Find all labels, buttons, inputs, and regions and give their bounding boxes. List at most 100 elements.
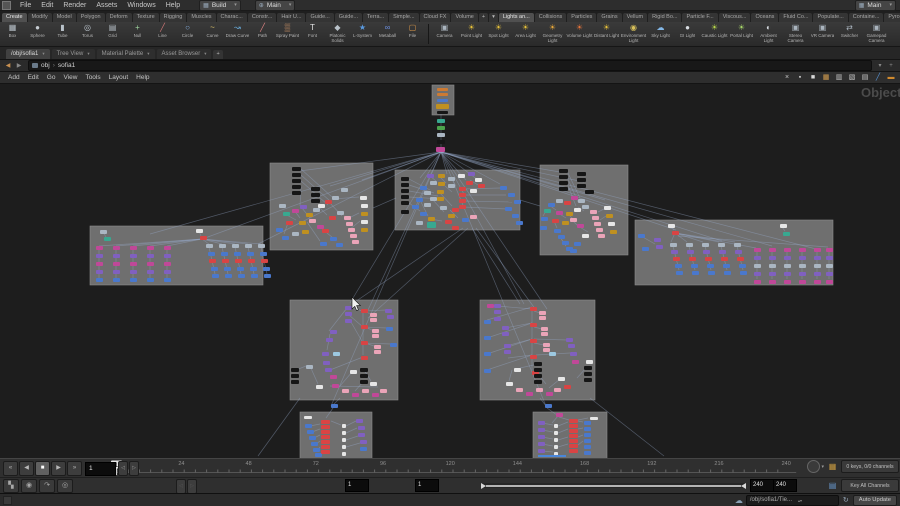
- tool-switcher[interactable]: ⇄ Switcher: [836, 22, 863, 46]
- graph-node[interactable]: [562, 241, 569, 245]
- shelf-tab-rigging[interactable]: Rigging: [159, 13, 187, 22]
- graph-node[interactable]: [541, 217, 548, 221]
- graph-node[interactable]: [459, 205, 466, 209]
- graph-node[interactable]: [558, 377, 565, 381]
- graph-node[interactable]: [686, 243, 693, 247]
- graph-node[interactable]: [360, 196, 367, 200]
- shelf-tab-volume[interactable]: Volume: [451, 13, 478, 22]
- graph-node[interactable]: [325, 200, 332, 204]
- layout-grid-icon[interactable]: ▥: [834, 73, 844, 82]
- graph-node[interactable]: [500, 186, 507, 190]
- graph-node[interactable]: [502, 326, 509, 330]
- graph-node[interactable]: [724, 271, 731, 275]
- graph-node[interactable]: [676, 271, 683, 275]
- graph-node[interactable]: [470, 189, 477, 193]
- graph-node[interactable]: [437, 126, 445, 130]
- range-end-handle[interactable]: [741, 482, 746, 489]
- graph-node[interactable]: [96, 262, 103, 266]
- graph-node[interactable]: [342, 431, 346, 435]
- refresh-icon[interactable]: ↻: [843, 496, 849, 504]
- graph-node[interactable]: [292, 191, 301, 195]
- graph-node[interactable]: [514, 368, 521, 372]
- graph-node[interactable]: [494, 304, 501, 308]
- graph-node[interactable]: [574, 208, 581, 212]
- graph-node[interactable]: [584, 451, 591, 455]
- graph-node[interactable]: [416, 221, 423, 225]
- graph-node[interactable]: [539, 316, 546, 320]
- shelf-tab-pyro-fx[interactable]: Pyro FX: [884, 13, 900, 22]
- graph-node[interactable]: [344, 216, 351, 220]
- graph-node[interactable]: [769, 256, 776, 260]
- graph-node[interactable]: [401, 189, 409, 193]
- graph-node[interactable]: [558, 235, 565, 239]
- graph-node[interactable]: [814, 264, 821, 268]
- graph-node[interactable]: [572, 360, 579, 364]
- graph-node[interactable]: [448, 214, 455, 218]
- graph-node[interactable]: [784, 256, 791, 260]
- graph-node[interactable]: [554, 229, 561, 233]
- shelf-tab-muscles[interactable]: Muscles: [187, 13, 216, 22]
- graph-node[interactable]: [374, 350, 381, 354]
- graph-node[interactable]: [200, 236, 207, 240]
- graph-node[interactable]: [582, 205, 589, 209]
- tool-grid[interactable]: ▤ Grid: [100, 22, 125, 46]
- graph-node[interactable]: [361, 228, 368, 232]
- menu-render[interactable]: Render: [58, 2, 91, 9]
- graph-node[interactable]: [360, 380, 368, 384]
- graph-node[interactable]: [237, 267, 244, 271]
- tool-box[interactable]: ▦ Box: [0, 22, 25, 46]
- tool-tube[interactable]: ▮ Tube: [50, 22, 75, 46]
- graph-node[interactable]: [530, 307, 537, 311]
- current-frame-field[interactable]: 1: [85, 461, 116, 476]
- shelf-tab-menu-button[interactable]: ▾: [489, 13, 498, 22]
- graph-node[interactable]: [569, 424, 578, 428]
- graph-node[interactable]: [113, 246, 120, 250]
- graph-node[interactable]: [361, 356, 368, 360]
- graph-node[interactable]: [224, 267, 231, 271]
- playback-range-end-field[interactable]: 240: [750, 479, 774, 492]
- graph-node[interactable]: [508, 193, 515, 197]
- graph-node[interactable]: [292, 209, 299, 213]
- graph-node[interactable]: [251, 274, 258, 278]
- graph-node[interactable]: [571, 196, 578, 200]
- jump-start-button[interactable]: «: [3, 461, 18, 476]
- graph-node[interactable]: [430, 197, 437, 201]
- graph-node[interactable]: [358, 426, 365, 430]
- graph-node[interactable]: [164, 254, 171, 258]
- graph-node[interactable]: [478, 184, 485, 188]
- graph-node[interactable]: [559, 181, 568, 185]
- auto-update-button[interactable]: Auto Update: [852, 494, 897, 506]
- graph-node[interactable]: [380, 389, 387, 393]
- shelf-tab-charac-[interactable]: Charac...: [216, 13, 247, 22]
- graph-node[interactable]: [526, 392, 533, 396]
- graph-node[interactable]: [96, 246, 103, 250]
- graph-node[interactable]: [360, 368, 368, 372]
- graph-node[interactable]: [330, 375, 337, 379]
- graph-node[interactable]: [559, 169, 568, 173]
- tool-font[interactable]: T Font: [300, 22, 325, 46]
- graph-node[interactable]: [222, 259, 229, 263]
- step-forward-button[interactable]: ▷: [129, 461, 139, 476]
- range-step-forward-button[interactable]: ▷: [187, 479, 197, 494]
- tool-curve[interactable]: ~ Curve: [200, 22, 225, 46]
- graph-node[interactable]: [316, 385, 323, 389]
- shelf-tab-hair-u-[interactable]: Hair U...: [277, 13, 306, 22]
- graph-node[interactable]: [247, 252, 254, 256]
- graph-node[interactable]: [484, 336, 491, 340]
- shelf-tab-deform[interactable]: Deform: [105, 13, 132, 22]
- step-back-button[interactable]: ◁: [118, 461, 128, 476]
- graph-node[interactable]: [452, 208, 459, 212]
- graph-node[interactable]: [113, 278, 120, 282]
- graph-node[interactable]: [401, 177, 409, 181]
- graph-node[interactable]: [584, 433, 591, 437]
- graph-node[interactable]: [360, 374, 368, 378]
- graph-node[interactable]: [530, 355, 537, 359]
- add-pane-tab-button[interactable]: +: [213, 50, 223, 59]
- graph-node[interactable]: [564, 385, 571, 389]
- keyframe-display-icon[interactable]: ▦: [827, 461, 838, 472]
- graph-node[interactable]: [534, 362, 542, 366]
- network-menu-tools[interactable]: Tools: [81, 74, 104, 81]
- graph-node[interactable]: [286, 221, 293, 225]
- graph-node[interactable]: [784, 264, 791, 268]
- graph-node[interactable]: [452, 226, 459, 230]
